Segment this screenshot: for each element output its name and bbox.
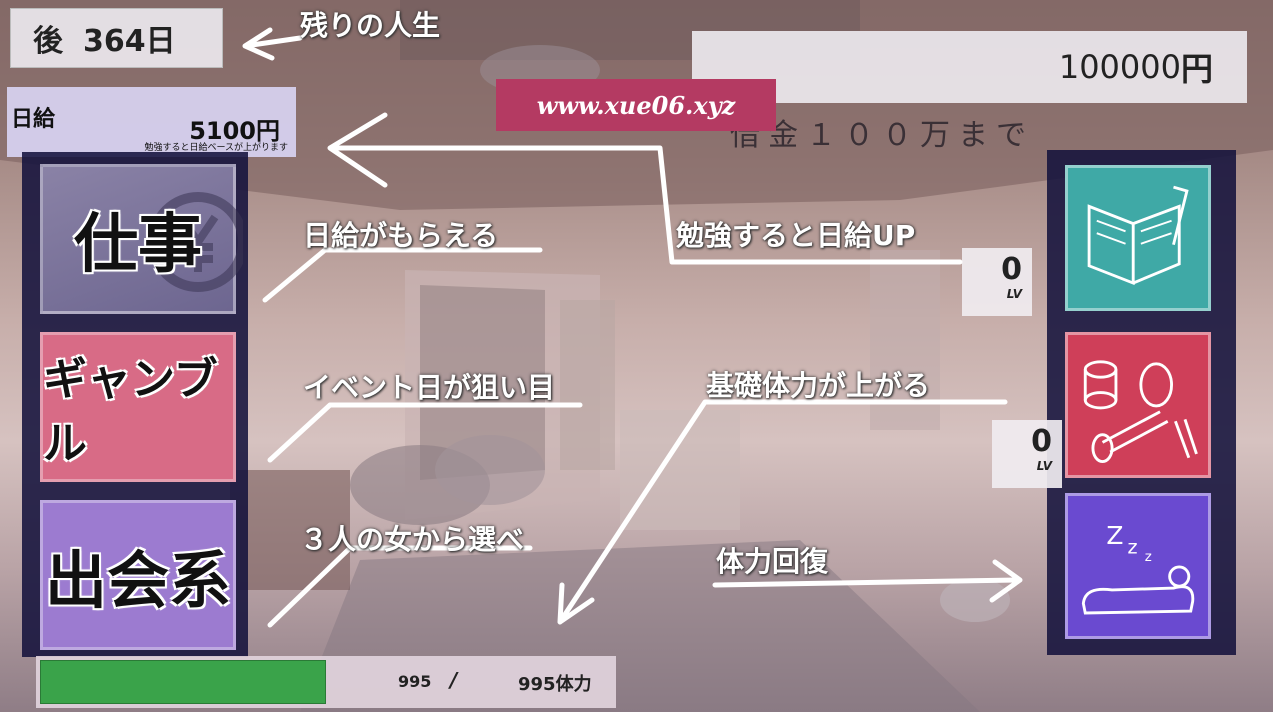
- tutorial-arrows: [242, 27, 1023, 628]
- arrow-work: [262, 247, 543, 303]
- arrow-remaining-life: [242, 27, 303, 61]
- caption-study-hint: 勉強すると日給UP: [676, 219, 916, 252]
- arrow-dating: [267, 545, 533, 628]
- arrow-training: [557, 399, 1008, 625]
- caption-dating-hint: ３人の女から選べ: [300, 523, 525, 556]
- arrow-gamble: [267, 402, 583, 463]
- caption-work-hint: 日給がもらえる: [303, 219, 499, 252]
- caption-sleep-hint: 体力回復: [716, 545, 829, 578]
- game-screen: 後 364日 100000 円 借金１００万まで 日給 5100円 勉強すると日…: [0, 0, 1273, 712]
- caption-training-hint: 基礎体力が上がる: [706, 369, 931, 402]
- caption-remaining-life: 残りの人生: [300, 9, 441, 42]
- caption-gamble-hint: イベント日が狙い目: [303, 371, 556, 404]
